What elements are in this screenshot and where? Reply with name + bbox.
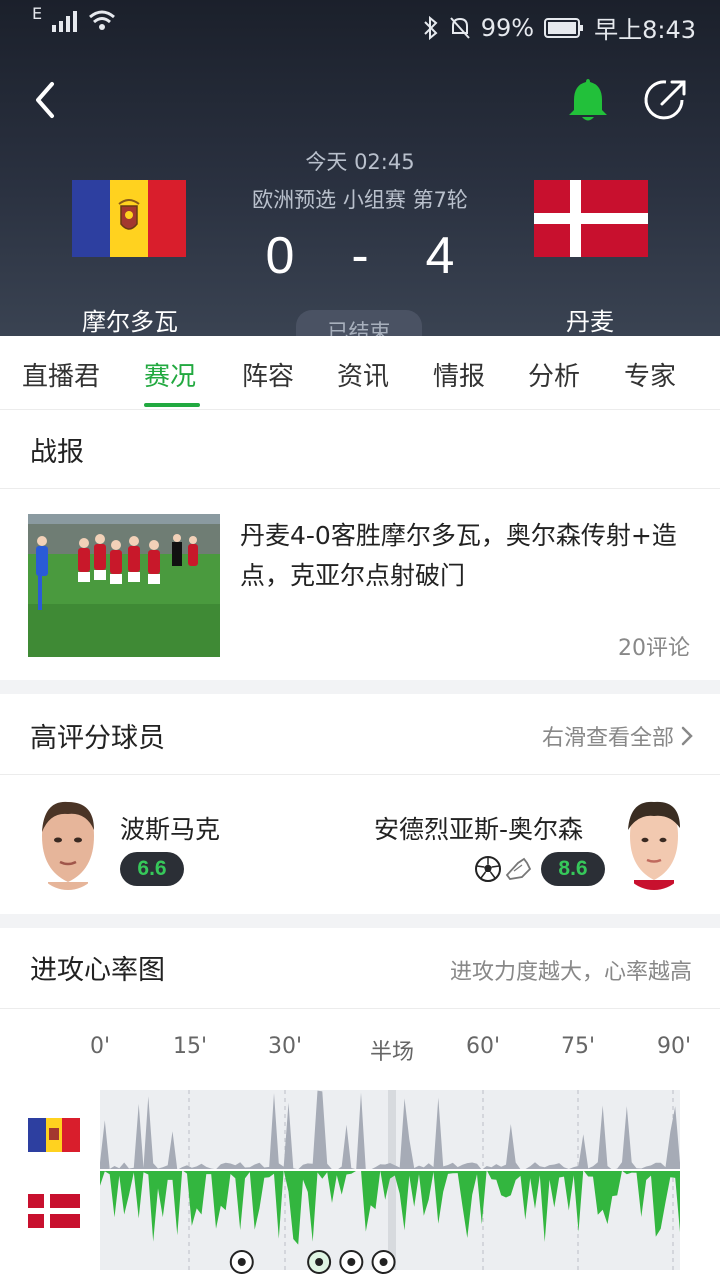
tab-analysis[interactable]: 分析 [528, 356, 580, 393]
divider [0, 488, 720, 489]
news-headline[interactable]: 丹麦4-0客胜摩尔多瓦，奥尔森传射+造点，克亚尔点射破门 [240, 516, 692, 596]
news-thumbnail[interactable] [28, 514, 220, 657]
boot-icon [505, 857, 532, 880]
tab-overview[interactable]: 赛况 [144, 356, 196, 393]
battery-icon [544, 17, 584, 38]
time-label-75: 75' [561, 1034, 596, 1059]
tab-intel[interactable]: 情报 [433, 356, 485, 393]
active-tab-indicator [144, 403, 200, 407]
wifi-icon [89, 10, 116, 30]
home-player-avatar[interactable] [34, 798, 102, 890]
attack-chart-subtitle: 进攻力度越大，心率越高 [449, 960, 692, 985]
match-status-badge: 已结束 [296, 310, 422, 336]
moldova-flag-small-icon [28, 1118, 80, 1152]
time-label-60: 60' [466, 1034, 501, 1059]
away-score: 4 [425, 227, 455, 285]
denmark-flag-icon[interactable] [534, 180, 648, 257]
clock: 早上8:43 [594, 16, 696, 44]
tab-live[interactable]: 直播君 [22, 356, 100, 393]
divider [0, 1008, 720, 1009]
tab-news[interactable]: 资讯 [337, 356, 389, 393]
away-player-avatar[interactable] [620, 798, 688, 890]
back-icon[interactable] [26, 78, 66, 122]
competition-name: 欧洲预选 小组赛 第7轮 [252, 188, 468, 212]
see-all-label: 右滑查看全部 [541, 726, 674, 751]
away-player-rating: 8.6 [541, 852, 605, 886]
comment-count[interactable]: 20评论 [618, 630, 690, 662]
signal-icon [52, 11, 78, 32]
share-icon[interactable] [642, 76, 690, 124]
goal-ball-icon [307, 1250, 332, 1274]
time-label-90: 90' [657, 1034, 692, 1059]
section-gap [0, 680, 720, 694]
bluetooth-icon [424, 15, 438, 40]
tab-experts[interactable]: 专家 [624, 356, 676, 393]
mute-bell-icon [450, 16, 470, 39]
goal-ball-icon [229, 1250, 254, 1274]
bell-icon[interactable] [566, 76, 610, 124]
goal-ball-icon [339, 1250, 364, 1274]
time-label-15: 15' [173, 1034, 208, 1059]
see-all-link[interactable]: 右滑查看全部 [542, 720, 694, 752]
battery-percent: 99% [480, 13, 535, 42]
tab-lineup[interactable]: 阵容 [242, 356, 294, 393]
match-header: E 99% 早上8:43 今天 02:45 欧洲预选 小组赛 第7轮 0 - 4… [0, 0, 720, 336]
chevron-right-icon [681, 726, 693, 746]
football-icon [475, 856, 501, 882]
network-type: E [32, 3, 43, 23]
time-label-30: 30' [268, 1034, 303, 1059]
home-player-name[interactable]: 波斯马克 [120, 810, 220, 846]
away-team-name[interactable]: 丹麦 [520, 302, 660, 336]
section-gap [0, 914, 720, 928]
score-separator: - [351, 227, 369, 285]
report-section-title: 战报 [30, 437, 84, 468]
time-label-half: 半场 [370, 1040, 415, 1065]
time-label-0: 0' [90, 1034, 111, 1059]
match-time: 今天 02:45 [305, 150, 415, 174]
denmark-flag-small-icon [28, 1194, 80, 1228]
top-players-title: 高评分球员 [30, 723, 165, 754]
moldova-flag-icon[interactable] [72, 180, 186, 257]
away-player-name[interactable]: 安德烈亚斯-奥尔森 [374, 810, 583, 846]
attack-heartbeat-chart [28, 1090, 680, 1274]
divider [0, 774, 720, 775]
tab-bar: 直播君 赛况 阵容 资讯 情报 分析 专家 [0, 336, 720, 410]
attack-chart-title: 进攻心率图 [30, 955, 165, 986]
home-player-rating: 6.6 [120, 852, 184, 886]
status-bar: E 99% 早上8:43 [0, 0, 720, 48]
scoreline: 0 - 4 [240, 226, 480, 286]
goal-ball-icon [371, 1250, 396, 1274]
home-team-name[interactable]: 摩尔多瓦 [60, 302, 200, 336]
home-score: 0 [265, 227, 295, 285]
